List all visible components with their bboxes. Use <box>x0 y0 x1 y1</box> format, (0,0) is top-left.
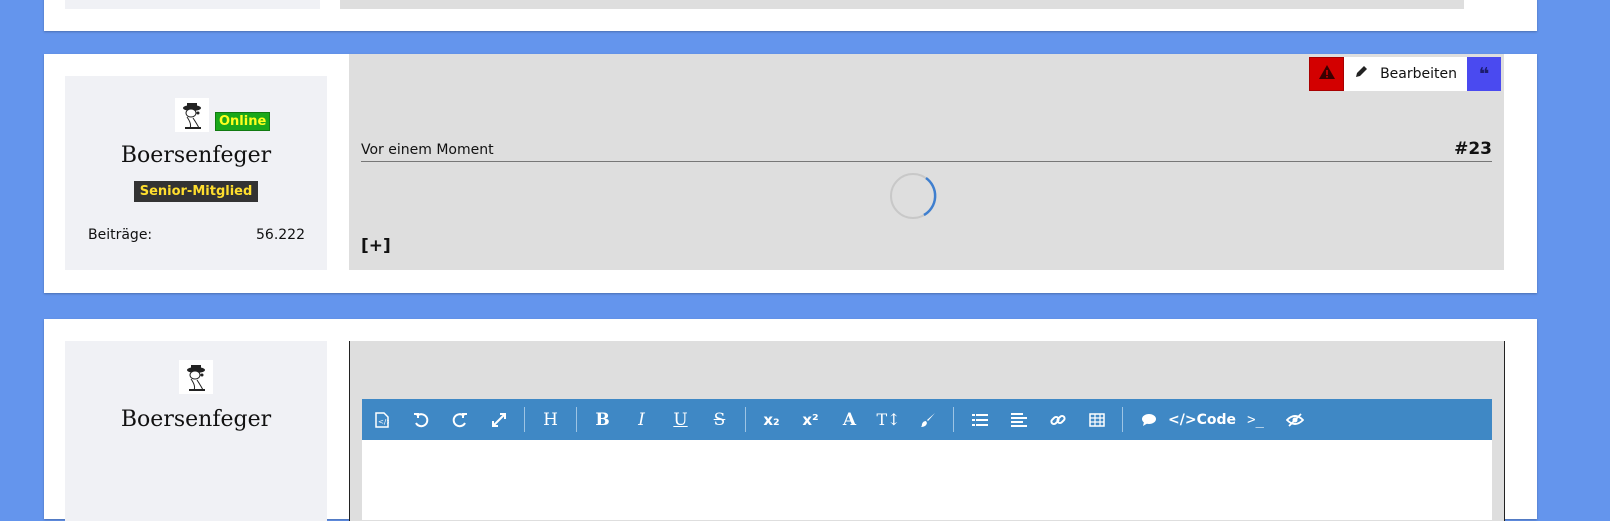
reply-user-panel: Boersenfeger <box>65 341 327 521</box>
loading-spinner-icon <box>890 173 937 219</box>
expand-toggle[interactable]: [+] <box>361 236 391 256</box>
superscript-icon[interactable]: x² <box>791 399 830 440</box>
code-label: Code <box>1196 411 1236 428</box>
warning-icon <box>1318 64 1336 84</box>
previous-post-sidebar <box>65 0 320 9</box>
terminal-icon[interactable]: >_ <box>1236 399 1275 440</box>
comment-icon[interactable] <box>1129 399 1168 440</box>
align-icon[interactable] <box>999 399 1038 440</box>
list-icon[interactable] <box>960 399 999 440</box>
post-timestamp: Vor einem Moment <box>361 142 494 158</box>
subscript-icon[interactable]: x₂ <box>752 399 791 440</box>
underline-icon[interactable]: U <box>661 399 700 440</box>
strikethrough-icon[interactable]: S <box>700 399 739 440</box>
editor-text-area[interactable] <box>362 440 1492 520</box>
preview-icon[interactable] <box>1275 399 1314 440</box>
editor-toolbar: </> H B I U S x₂ x² A T↕ </>Code >_ <box>362 399 1492 440</box>
posts-count: 56.222 <box>256 227 305 243</box>
previous-post-card <box>44 0 1537 31</box>
post-actions: Bearbeiten ❝ <box>1309 57 1501 91</box>
post-user-panel: Online Boersenfeger Senior-Mitglied Beit… <box>65 76 327 270</box>
heading-icon[interactable]: H <box>531 399 570 440</box>
pencil-icon <box>1354 65 1368 83</box>
post-number[interactable]: #23 <box>1454 139 1492 161</box>
code-button[interactable]: </> Code <box>1168 399 1236 440</box>
redo-icon[interactable] <box>440 399 479 440</box>
report-button[interactable] <box>1309 57 1345 91</box>
reply-card: Boersenfeger </> H B I U S x₂ x² A T↕ <box>44 319 1537 521</box>
post-username[interactable]: Boersenfeger <box>65 143 327 168</box>
online-badge: Online <box>215 112 271 131</box>
toolbar-divider <box>576 407 577 432</box>
snoopy-avatar-icon[interactable] <box>175 98 209 132</box>
quote-button[interactable]: ❝ <box>1467 57 1501 91</box>
quote-icon: ❝ <box>1478 63 1490 85</box>
rank-badge: Senior-Mitglied <box>133 181 259 202</box>
table-icon[interactable] <box>1077 399 1116 440</box>
bold-icon[interactable]: B <box>583 399 622 440</box>
source-icon[interactable]: </> <box>362 399 401 440</box>
post-body: Bearbeiten ❝ Vor einem Moment #23 [+] <box>349 54 1504 270</box>
toolbar-divider <box>1122 407 1123 432</box>
reply-username[interactable]: Boersenfeger <box>65 407 327 432</box>
snoopy-avatar-icon[interactable] <box>179 360 213 394</box>
code-icon: </> <box>1168 411 1197 428</box>
editor-container: </> H B I U S x₂ x² A T↕ </>Code >_ <box>349 341 1505 521</box>
toolbar-divider <box>953 407 954 432</box>
edit-label: Bearbeiten <box>1380 66 1457 82</box>
toolbar-divider <box>524 407 525 432</box>
italic-icon[interactable]: I <box>622 399 661 440</box>
post-meta: Vor einem Moment #23 <box>361 138 1492 162</box>
paint-brush-icon[interactable] <box>908 399 947 440</box>
posts-label: Beiträge: <box>88 227 153 243</box>
undo-icon[interactable] <box>401 399 440 440</box>
link-icon[interactable] <box>1038 399 1077 440</box>
font-size-icon[interactable]: T↕ <box>869 399 908 440</box>
font-color-icon[interactable]: A <box>830 399 869 440</box>
fullscreen-icon[interactable] <box>479 399 518 440</box>
svg-text:</>: </> <box>378 418 389 426</box>
post-card: Online Boersenfeger Senior-Mitglied Beit… <box>44 54 1537 293</box>
rank-badge-wrap: Senior-Mitglied <box>65 180 327 202</box>
edit-button[interactable]: Bearbeiten <box>1344 57 1467 91</box>
previous-post-body <box>340 0 1464 9</box>
toolbar-divider <box>745 407 746 432</box>
